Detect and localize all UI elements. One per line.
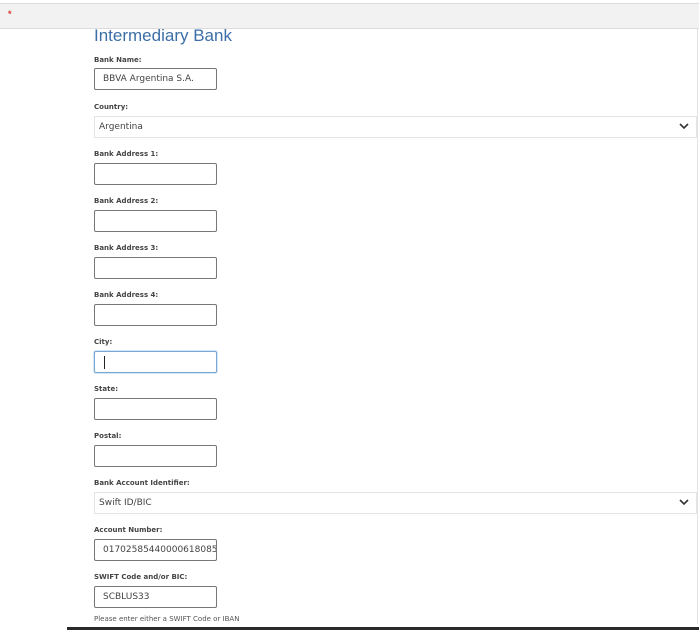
bank-address-2-label: Bank Address 2: xyxy=(94,197,159,205)
country-select-value: Argentina xyxy=(99,122,143,132)
bank-account-identifier-select[interactable]: Swift ID/BIC xyxy=(94,492,697,514)
required-marker: * xyxy=(8,9,12,19)
state-input[interactable] xyxy=(94,398,217,420)
bank-account-identifier-value: Swift ID/BIC xyxy=(99,498,152,508)
postal-label: Postal: xyxy=(94,432,122,440)
bank-name-label: Bank Name: xyxy=(94,56,142,64)
bank-address-2-input[interactable] xyxy=(94,210,217,232)
account-number-input[interactable]: 01702585440000618085! xyxy=(94,539,217,561)
country-select[interactable]: Argentina xyxy=(94,116,697,138)
section-title: Intermediary Bank xyxy=(94,26,232,45)
bank-address-3-label: Bank Address 3: xyxy=(94,244,159,252)
swift-code-label: SWIFT Code and/or BIC: xyxy=(94,573,188,581)
right-divider xyxy=(697,28,698,624)
chevron-down-icon xyxy=(679,499,689,506)
bank-address-1-input[interactable] xyxy=(94,163,217,185)
bank-address-3-input[interactable] xyxy=(94,257,217,279)
chevron-down-icon xyxy=(679,123,689,130)
bank-account-identifier-label: Bank Account Identifier: xyxy=(94,479,190,487)
city-label: City: xyxy=(94,338,113,346)
bank-address-4-label: Bank Address 4: xyxy=(94,291,159,299)
swift-iban-hint: Please enter either a SWIFT Code or IBAN xyxy=(94,615,240,623)
bank-address-4-input[interactable] xyxy=(94,304,217,326)
bank-address-1-label: Bank Address 1: xyxy=(94,150,159,158)
text-cursor xyxy=(104,356,105,369)
city-input[interactable] xyxy=(94,351,217,373)
account-number-label: Account Number: xyxy=(94,526,163,534)
bank-name-input[interactable]: BBVA Argentina S.A. xyxy=(94,68,217,90)
postal-input[interactable] xyxy=(94,445,217,467)
swift-code-input[interactable]: SCBLUS33 xyxy=(94,586,217,608)
country-label: Country: xyxy=(94,103,129,111)
state-label: State: xyxy=(94,385,119,393)
